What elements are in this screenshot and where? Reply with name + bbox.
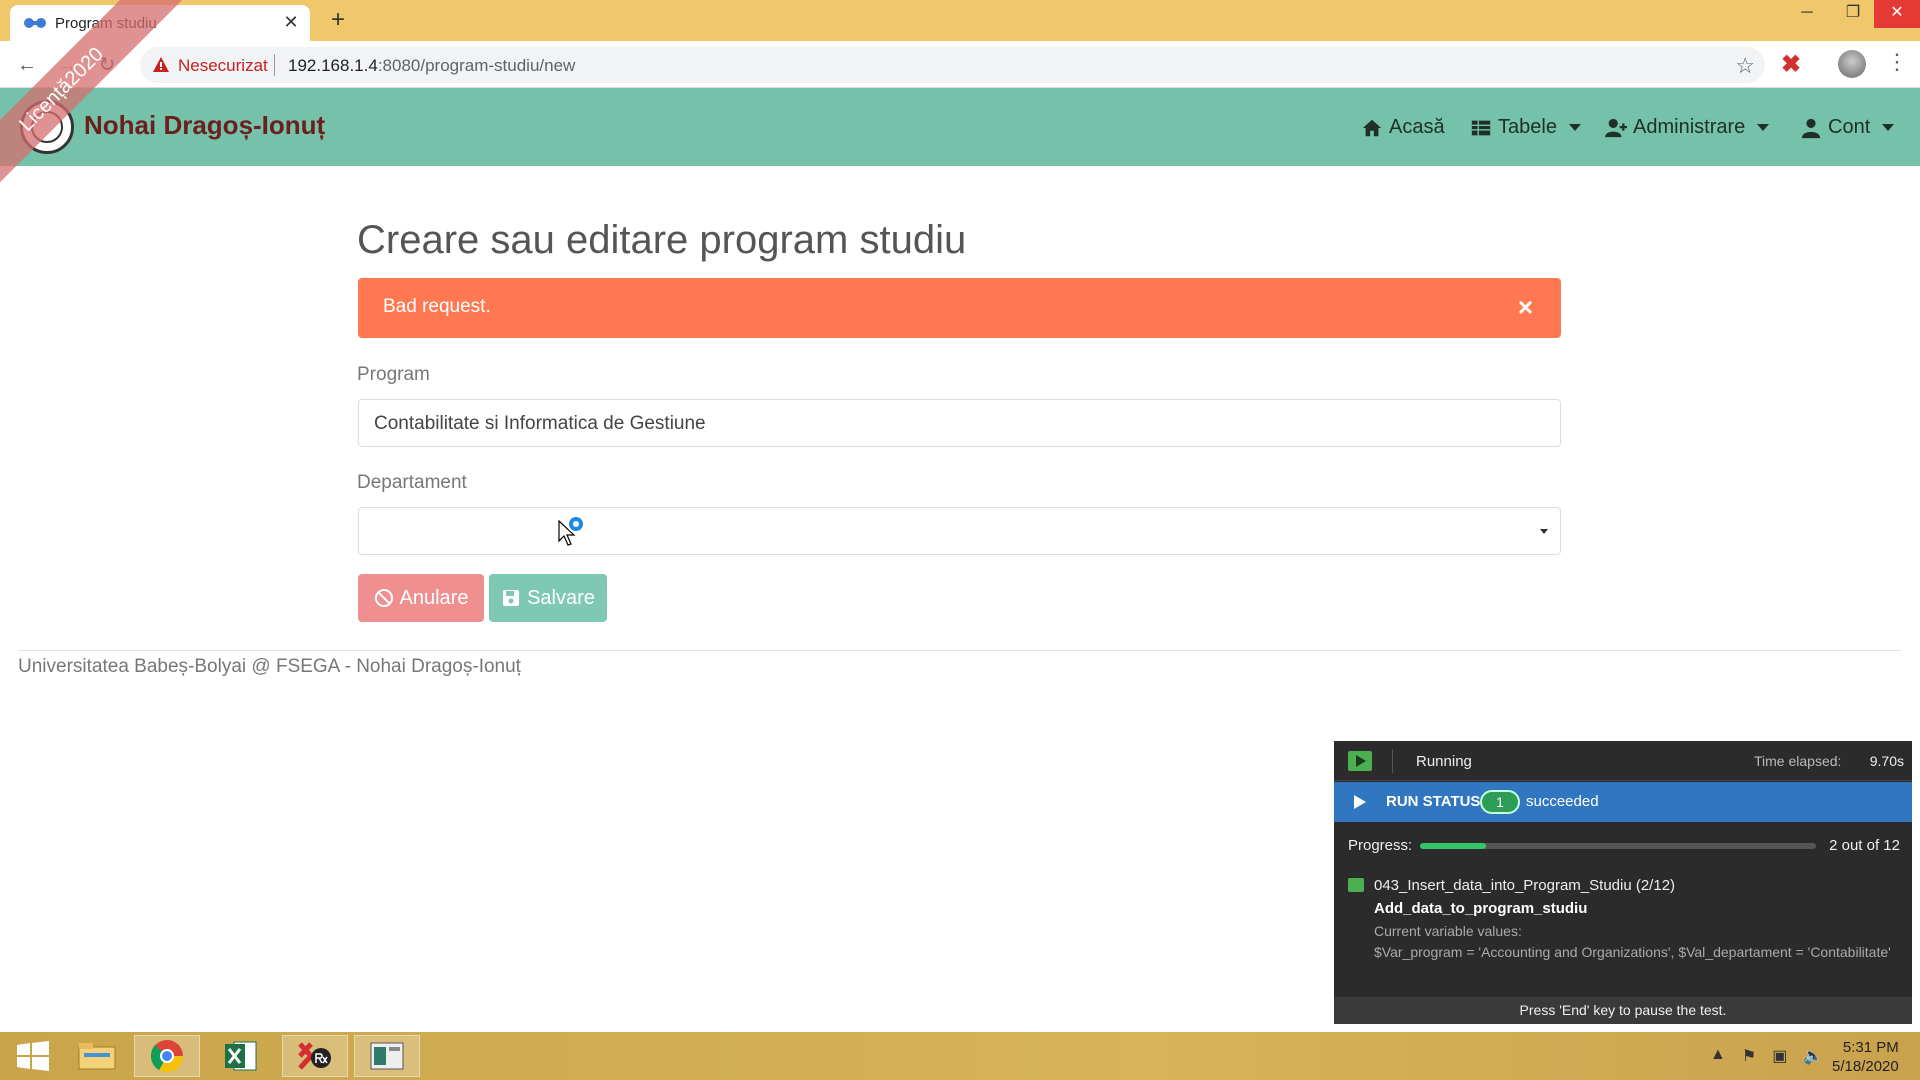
window-close-icon[interactable]: ✕ (1874, 0, 1920, 28)
select-caret-icon (1540, 529, 1548, 534)
taskbar-app[interactable] (354, 1035, 420, 1077)
elapsed-value: 9.70s (1869, 753, 1904, 769)
new-tab-icon[interactable]: + (325, 7, 351, 33)
progress-label: Progress: (1348, 837, 1413, 854)
not-secure-label[interactable]: Nesecurizat (178, 56, 268, 76)
system-tray: ▲ ⚑ ▣ 🔈 (1710, 1046, 1823, 1066)
elapsed-label: Time elapsed: (1754, 753, 1842, 769)
cancel-button[interactable]: Anulare (358, 574, 484, 622)
alert-close-icon[interactable]: × (1518, 292, 1533, 323)
excel-icon (225, 1041, 257, 1071)
test-runner-panel: Running Time elapsed: 9.70s RUN STATUS 1… (1334, 741, 1912, 1024)
program-label: Program (357, 364, 430, 385)
url-separator (274, 54, 275, 76)
chrome-icon (150, 1040, 184, 1073)
back-icon[interactable]: ← (13, 51, 41, 79)
runner-state: Running (1416, 753, 1472, 770)
page-title: Creare sau editare program studiu (357, 218, 967, 262)
footer-divider (18, 650, 1901, 651)
app-navbar: Nohai Dragoș-Ionuț Acasă Tabele Administ… (0, 88, 1920, 166)
tab-close-icon[interactable]: ✕ (280, 11, 302, 33)
progress-count: 2 out of 12 (1829, 837, 1900, 854)
variables-values: $Var_program = 'Accounting and Organizat… (1374, 944, 1891, 960)
warning-icon (153, 57, 169, 72)
run-status-bar: RUN STATUS 1 succeeded (1334, 782, 1912, 822)
taskbar-clock[interactable]: 5:31 PM 5/18/2020 (1832, 1038, 1899, 1076)
progress-bar (1420, 843, 1816, 849)
address-bar[interactable]: Nesecurizat 192.168.1.4:8080/program-stu… (140, 47, 1765, 83)
browser-menu-icon[interactable]: ⋮ (1886, 49, 1908, 75)
tray-volume-icon[interactable]: 🔈 (1803, 1046, 1823, 1066)
user-plus-icon (1605, 118, 1627, 137)
save-icon (503, 590, 520, 606)
window-app-icon (370, 1042, 404, 1070)
mouse-cursor-icon (558, 515, 585, 546)
tray-network-icon[interactable]: ▣ (1772, 1046, 1787, 1066)
run-status-label: RUN STATUS (1386, 793, 1481, 810)
bookmark-star-icon[interactable]: ☆ (1735, 53, 1755, 79)
browser-titlebar: Program studiu ✕ + ─ ❐ ✕ (0, 0, 1920, 41)
user-icon (1801, 118, 1821, 138)
taskbar-chrome[interactable] (134, 1035, 200, 1077)
program-input[interactable]: Contabilitate si Informatica de Gestiune (358, 399, 1561, 447)
ban-icon (374, 589, 393, 607)
taskbar-file-explorer[interactable] (64, 1035, 130, 1077)
variables-label: Current variable values: (1374, 923, 1522, 939)
table-icon (1471, 120, 1491, 135)
succeeded-count-badge: 1 (1480, 790, 1520, 814)
taskbar-ranorex[interactable] (282, 1035, 348, 1077)
run-status-play-icon (1354, 795, 1366, 809)
error-alert: Bad request. × (358, 278, 1561, 338)
succeeded-label: succeeded (1526, 793, 1599, 810)
browser-toolbar: ← → ↻ Nesecurizat 192.168.1.4:8080/progr… (0, 41, 1920, 88)
department-select[interactable] (358, 507, 1561, 555)
ranorex-icon (298, 1042, 331, 1070)
runner-header: Running Time elapsed: 9.70s (1334, 741, 1912, 781)
brand-name[interactable]: Nohai Dragoș-Ionuț (84, 110, 325, 141)
url-text[interactable]: 192.168.1.4:8080/program-studiu/new (288, 56, 575, 76)
windows-taskbar: ▲ ⚑ ▣ 🔈 5:31 PM 5/18/2020 (0, 1032, 1920, 1080)
home-icon (1362, 119, 1382, 136)
extension-icon[interactable]: ✖ (1781, 50, 1801, 79)
taskbar-excel[interactable] (208, 1035, 274, 1077)
footer-text: Universitatea Babeș-Bolyai @ FSEGA - Noh… (18, 656, 521, 677)
profile-avatar[interactable] (1838, 50, 1866, 78)
save-button[interactable]: Salvare (489, 574, 607, 622)
tab-favicon-icon (24, 18, 46, 28)
tray-expand-icon[interactable]: ▲ (1710, 1046, 1726, 1066)
nav-admin[interactable]: Administrare (1605, 116, 1770, 139)
department-label: Departament (357, 472, 467, 493)
restore-icon[interactable]: ❐ (1830, 0, 1876, 28)
folder-icon (78, 1043, 116, 1070)
test-case-icon (1348, 878, 1364, 892)
start-button[interactable] (0, 1035, 66, 1077)
windows-logo-icon (17, 1041, 49, 1071)
test-step-name: Add_data_to_program_studiu (1374, 900, 1588, 917)
minimize-icon[interactable]: ─ (1784, 0, 1830, 28)
nav-tables[interactable]: Tabele (1470, 116, 1581, 139)
program-input-value: Contabilitate si Informatica de Gestiune (374, 413, 706, 434)
test-case-name: 043_Insert_data_into_Program_Studiu (2/1… (1374, 877, 1676, 894)
nav-account[interactable]: Cont (1800, 116, 1895, 139)
tray-flag-icon[interactable]: ⚑ (1742, 1046, 1756, 1066)
nav-home[interactable]: Acasă (1361, 116, 1445, 139)
runner-footer-hint: Press 'End' key to pause the test. (1334, 997, 1912, 1024)
runner-play-icon[interactable] (1348, 751, 1372, 771)
progress-bar-fill (1420, 843, 1486, 849)
alert-message: Bad request. (383, 296, 491, 317)
